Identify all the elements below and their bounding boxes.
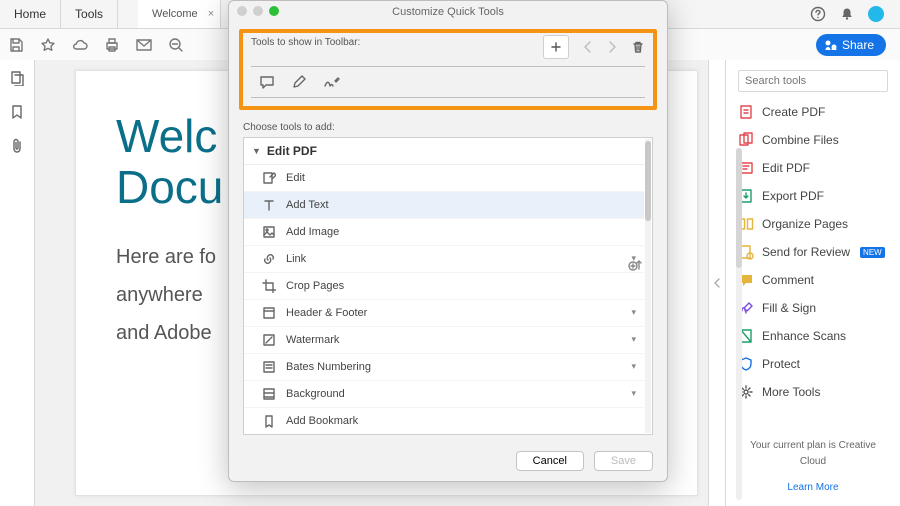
tree-row-watermark[interactable]: Watermark▾	[244, 327, 644, 354]
row-icon	[262, 387, 276, 401]
right-tool-enhance-scans[interactable]: Enhance Scans	[738, 322, 888, 350]
tab-doc-label: Welcome	[152, 8, 198, 20]
choose-tools-label: Choose tools to add:	[243, 122, 653, 133]
window-controls[interactable]	[237, 6, 279, 16]
section-label: Edit PDF	[267, 144, 317, 158]
bookmark-icon[interactable]	[10, 104, 24, 120]
right-tool-protect[interactable]: Protect	[738, 350, 888, 378]
right-tool-fill-sign[interactable]: Fill & Sign	[738, 294, 888, 322]
zoom-out-icon[interactable]	[166, 35, 186, 55]
tab-document[interactable]: Welcome ×	[138, 0, 221, 28]
dialog-buttons: Cancel Save	[229, 443, 667, 481]
tree-row-add-bookmark[interactable]: Add Bookmark	[244, 408, 644, 434]
expand-icon[interactable]: ▾	[631, 361, 636, 372]
tab-tools[interactable]: Tools	[61, 0, 118, 28]
comment-icon[interactable]	[259, 75, 275, 89]
plan-info: Your current plan is Creative Cloud Lear…	[738, 428, 888, 496]
expand-icon[interactable]: ▾	[631, 307, 636, 318]
right-panel-collapse[interactable]	[708, 60, 725, 506]
move-right-icon[interactable]	[607, 41, 617, 53]
search-input[interactable]	[738, 70, 888, 92]
tree-row-crop-pages[interactable]: Crop Pages	[244, 273, 644, 300]
dialog-titlebar[interactable]: Customize Quick Tools	[229, 1, 667, 23]
mail-icon[interactable]	[134, 35, 154, 55]
row-icon	[262, 252, 276, 266]
cloud-icon[interactable]	[70, 35, 90, 55]
right-tool-edit-pdf[interactable]: Edit PDF	[738, 154, 888, 182]
expand-icon[interactable]: ▾	[631, 388, 636, 399]
plan-text: Your current plan is Creative Cloud	[750, 440, 876, 467]
row-icon	[262, 360, 276, 374]
toolbar-section-highlight: Tools to show in Toolbar:	[239, 29, 657, 110]
right-tool-export-pdf[interactable]: Export PDF	[738, 182, 888, 210]
tree-section-edit-pdf[interactable]: ▼ Edit PDF	[244, 138, 644, 165]
tree-row-header-footer[interactable]: Header & Footer▾	[244, 300, 644, 327]
trash-icon[interactable]	[631, 40, 645, 54]
tree-row-add-image[interactable]: Add Image	[244, 219, 644, 246]
save-icon[interactable]	[6, 35, 26, 55]
row-icon	[262, 306, 276, 320]
doc-scrollbar[interactable]	[736, 148, 742, 500]
learn-more-link[interactable]: Learn More	[738, 480, 888, 496]
tab-home-label: Home	[14, 7, 46, 21]
highlight-icon[interactable]	[291, 74, 307, 90]
right-tool-more-tools[interactable]: More Tools	[738, 378, 888, 406]
star-icon[interactable]	[38, 35, 58, 55]
share-label: Share	[842, 38, 874, 52]
avatar[interactable]	[868, 6, 884, 22]
current-toolbar-strip	[251, 66, 645, 98]
add-to-toolbar-icon[interactable]	[627, 256, 645, 274]
tab-tools-label: Tools	[75, 7, 103, 21]
share-button[interactable]: Share	[816, 34, 886, 56]
right-tool-organize-pages[interactable]: Organize Pages	[738, 210, 888, 238]
row-icon	[262, 279, 276, 293]
tree-row-bates-numbering[interactable]: Bates Numbering▾	[244, 354, 644, 381]
left-rail	[0, 60, 35, 506]
right-tool-send-for-review[interactable]: Send for ReviewNEW	[738, 238, 888, 266]
sign-icon[interactable]	[323, 75, 341, 89]
cancel-button[interactable]: Cancel	[516, 451, 584, 471]
row-icon	[262, 171, 276, 185]
right-tool-comment[interactable]: Comment	[738, 266, 888, 294]
row-icon	[262, 333, 276, 347]
add-separator-button[interactable]	[543, 35, 569, 59]
row-icon	[262, 225, 276, 239]
expand-icon[interactable]: ▾	[631, 334, 636, 345]
move-left-icon[interactable]	[583, 41, 593, 53]
tree-row-edit[interactable]: Edit	[244, 165, 644, 192]
customize-quick-tools-dialog: Customize Quick Tools Tools to show in T…	[228, 0, 668, 482]
help-icon[interactable]	[810, 6, 826, 22]
tools-tree: ▼ Edit PDF EditAdd TextAdd ImageLink▾Cro…	[243, 137, 653, 435]
pages-icon[interactable]	[9, 70, 25, 86]
print-icon[interactable]	[102, 35, 122, 55]
right-tool-create-pdf[interactable]: Create PDF	[738, 98, 888, 126]
tree-row-background[interactable]: Background▾	[244, 381, 644, 408]
tree-scrollbar[interactable]	[645, 139, 651, 433]
right-tool-combine-files[interactable]: Combine Files	[738, 126, 888, 154]
dialog-title: Customize Quick Tools	[392, 6, 504, 18]
new-badge: NEW	[860, 247, 885, 258]
row-icon	[262, 414, 276, 428]
bell-icon[interactable]	[840, 7, 854, 21]
save-button[interactable]: Save	[594, 451, 653, 471]
row-icon	[262, 198, 276, 212]
tree-row-add-text[interactable]: Add Text	[244, 192, 644, 219]
tab-home[interactable]: Home	[0, 0, 61, 28]
attachment-icon[interactable]	[10, 138, 24, 154]
right-tools-panel: Create PDFCombine FilesEdit PDFExport PD…	[725, 60, 900, 506]
collapse-icon: ▼	[252, 146, 261, 156]
close-icon[interactable]: ×	[208, 8, 214, 20]
tree-row-link[interactable]: Link▾	[244, 246, 644, 273]
